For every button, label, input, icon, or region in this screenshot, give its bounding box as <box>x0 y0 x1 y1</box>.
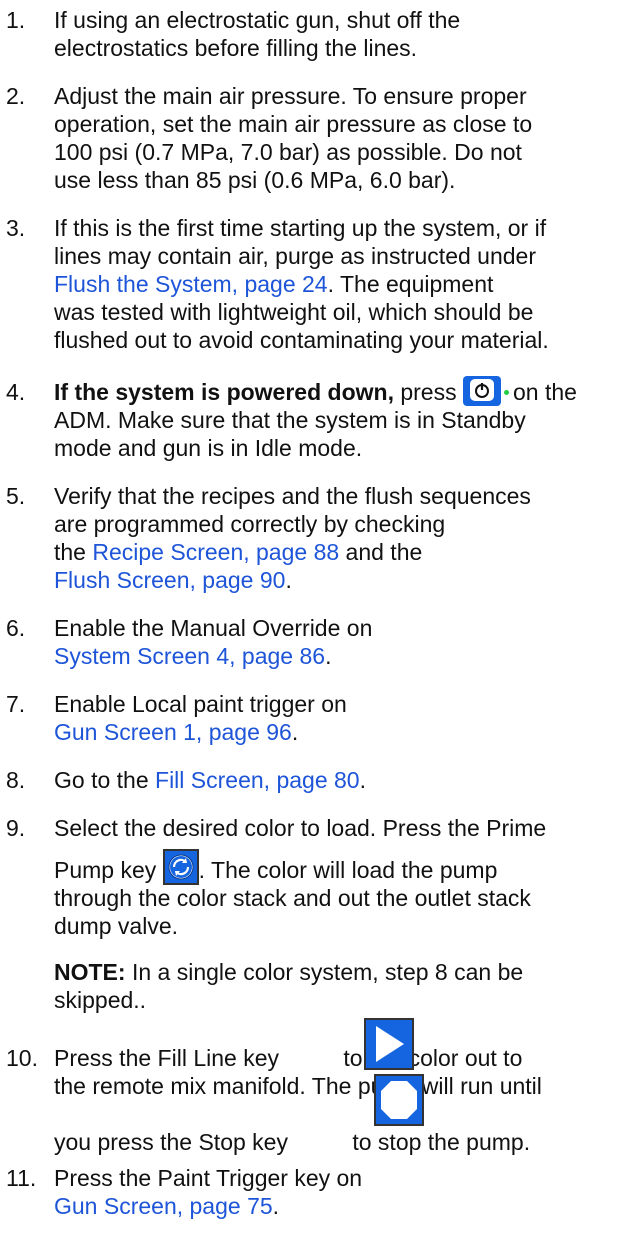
step-text: Select the desired color to load. Press … <box>54 815 547 841</box>
step-text: Press the Fill Line key <box>54 1045 286 1071</box>
step-text: Verify that the recipes and the flush se… <box>54 483 531 509</box>
step-number: 8. <box>6 767 26 793</box>
step-text: through the color stack and out the outl… <box>54 885 531 911</box>
step-text: Go to the <box>54 767 156 793</box>
step-text: lines may contain air, purge as instruct… <box>54 243 536 269</box>
step-text: operation, set the main air pressure as … <box>54 111 533 137</box>
fill-line-icon <box>364 1018 414 1070</box>
step-text: . <box>272 1193 280 1219</box>
step-text: 100 psi (0.7 MPa, 7.0 bar) as possible. … <box>54 139 522 165</box>
step-text: to stop the pump. <box>352 1129 531 1155</box>
step-number: 2. <box>6 83 26 109</box>
step-text: Enable Local paint trigger on <box>54 691 347 717</box>
step-text: dump valve. <box>54 913 179 939</box>
link-recipe-screen[interactable]: Recipe Screen, page 88 <box>92 539 339 565</box>
step-text: the remote mix manifold. The pump will r… <box>54 1073 542 1099</box>
step-number: 1. <box>6 7 26 33</box>
link-system-screen-4[interactable]: System Screen 4, page 86 <box>54 643 325 669</box>
step-text: . <box>359 767 366 793</box>
step-text: . The equipment <box>327 271 494 297</box>
step-number: 7. <box>6 691 26 717</box>
step-text: mode and gun is in Idle mode. <box>54 435 363 461</box>
step-text: use less than 85 psi (0.6 MPa, 6.0 bar). <box>54 167 456 193</box>
step-text: are programmed correctly by checking <box>54 511 446 537</box>
link-fill-screen[interactable]: Fill Screen, page 80 <box>155 767 360 793</box>
step-text: . <box>291 719 299 745</box>
note-label: NOTE: <box>54 959 126 985</box>
step-text: press <box>393 379 463 405</box>
step-text: . <box>325 643 332 669</box>
step-text: ADM. Make sure that the system is in Sta… <box>54 407 526 433</box>
step-text: electrostatics before filling the lines. <box>54 35 418 61</box>
link-gun-screen[interactable]: Gun Screen, page 75 <box>54 1193 273 1219</box>
link-gun-screen-1[interactable]: Gun Screen 1, page 96 <box>54 719 292 745</box>
step-text: the <box>54 539 93 565</box>
step-text: you press the Stop key <box>54 1129 295 1155</box>
step-number: 9. <box>6 815 26 841</box>
step-number: 6. <box>6 615 26 641</box>
note-text: skipped.. <box>54 987 147 1013</box>
step-text: . The color will load the pump <box>198 857 498 883</box>
step-number: 5. <box>6 483 26 509</box>
step-text: was tested with lightweight oil, which s… <box>54 299 534 325</box>
step-text: and the <box>339 539 423 565</box>
step-text: Enable the Manual Override on <box>54 615 373 641</box>
step-text: on the <box>513 379 577 405</box>
link-flush-screen[interactable]: Flush Screen, page 90 <box>54 567 285 593</box>
power-indicator-dot-icon <box>504 390 509 396</box>
step-text: . <box>285 567 292 593</box>
stop-key-icon <box>374 1074 424 1126</box>
power-key-icon <box>463 375 501 406</box>
step-number: 3. <box>6 215 26 241</box>
step-number: 11. <box>6 1165 37 1191</box>
step-bold-text: If the system is powered down, <box>54 379 394 405</box>
step-number: 4. <box>6 379 26 405</box>
step-text: Adjust the main air pressure. To ensure … <box>54 83 527 109</box>
step-text: Press the Paint Trigger key on <box>54 1165 363 1191</box>
prime-pump-icon <box>162 848 199 885</box>
link-flush-the-system[interactable]: Flush the System, page 24 <box>54 271 328 297</box>
step-text: If using an electrostatic gun, shut off … <box>54 7 461 33</box>
step-number: 10. <box>6 1045 38 1071</box>
step-text: If this is the first time starting up th… <box>54 215 547 241</box>
document-page: { "steps": [ { "num": "1.", "lines": ["I… <box>0 0 628 1242</box>
step-text: Pump key <box>54 857 163 883</box>
note-text: In a single color system, step 8 can be <box>125 959 524 985</box>
step-text: flushed out to avoid contaminating your … <box>54 327 549 353</box>
